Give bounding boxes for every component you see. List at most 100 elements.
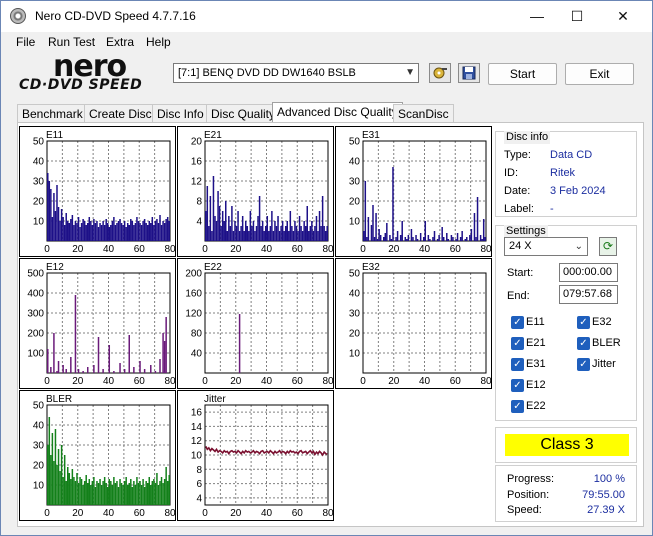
checkbox-e31[interactable]: ✓ xyxy=(511,358,524,371)
checkbox-e21[interactable]: ✓ xyxy=(511,337,524,350)
speed-select-value: 24 X xyxy=(509,240,532,252)
exit-button[interactable]: Exit xyxy=(565,63,634,85)
checkbox-bler[interactable]: ✓ xyxy=(577,337,590,350)
y-tick-label: 14 xyxy=(191,422,203,433)
y-tick-label: 100 xyxy=(27,349,44,360)
y-tick-label: 30 xyxy=(33,177,45,188)
x-tick-label: 60 xyxy=(450,244,462,255)
x-tick-label: 20 xyxy=(230,244,242,255)
x-tick-label: 0 xyxy=(44,508,50,519)
logo-cddvd-speed-text: CD·DVD SPEED xyxy=(19,77,143,93)
disc-type-label: Type: xyxy=(504,149,531,161)
graph-title: E12 xyxy=(46,262,64,273)
y-tick-label: 4 xyxy=(196,217,202,228)
y-tick-label: 40 xyxy=(349,289,361,300)
tab-create-disc[interactable]: Create Disc xyxy=(84,104,157,123)
y-tick-label: 50 xyxy=(349,137,361,148)
y-tick-label: 30 xyxy=(33,441,45,452)
checkbox-e12[interactable]: ✓ xyxy=(511,379,524,392)
x-tick-label: 20 xyxy=(72,508,84,519)
y-tick-label: 20 xyxy=(33,197,45,208)
x-tick-label: 80 xyxy=(480,376,492,387)
menu-extra[interactable]: Extra xyxy=(106,35,134,49)
drive-select[interactable]: [7:1] BENQ DVD DD DW1640 BSLB ▼ xyxy=(173,63,419,83)
y-tick-label: 16 xyxy=(191,408,203,419)
x-tick-label: 20 xyxy=(230,376,242,387)
x-tick-label: 40 xyxy=(103,244,115,255)
menu-file[interactable]: File xyxy=(16,35,35,49)
menu-run-test[interactable]: Run Test xyxy=(48,35,95,49)
y-tick-label: 300 xyxy=(27,309,44,320)
progress-value: 100 % xyxy=(593,473,625,485)
y-tick-label: 40 xyxy=(191,349,203,360)
checkbox-e22[interactable]: ✓ xyxy=(511,400,524,413)
x-tick-label: 80 xyxy=(164,376,176,387)
x-tick-label: 40 xyxy=(261,244,273,255)
graph-title: E11 xyxy=(46,130,63,141)
speed-select[interactable]: 24 X ⌄ xyxy=(504,237,588,256)
maximize-button[interactable]: ☐ xyxy=(554,1,600,32)
graph-title: E31 xyxy=(362,130,380,141)
disc-info-group: Disc info Type: Data CD ID: Ritek Date: … xyxy=(495,131,637,217)
y-tick-label: 160 xyxy=(185,289,202,300)
y-tick-label: 20 xyxy=(191,137,203,148)
checkbox-bler-label: BLER xyxy=(592,337,621,349)
x-tick-label: 0 xyxy=(202,244,208,255)
tab-disc-quality[interactable]: Disc Quality xyxy=(206,104,281,123)
disc-type-value: Data CD xyxy=(550,149,593,161)
graph-title: E32 xyxy=(362,262,380,273)
y-tick-label: 20 xyxy=(33,461,45,472)
refresh-speed-button[interactable]: ⟳ xyxy=(599,237,617,256)
floppy-disk-icon xyxy=(462,66,476,80)
x-tick-label: 60 xyxy=(134,244,146,255)
y-tick-label: 50 xyxy=(33,137,45,148)
y-tick-label: 40 xyxy=(33,157,45,168)
y-tick-label: 12 xyxy=(191,436,203,447)
checkbox-jitter[interactable]: ✓ xyxy=(577,358,590,371)
x-tick-label: 20 xyxy=(230,508,242,519)
graph-e32: E32 0 20 40 60 80 50 40 30 20 10 xyxy=(335,258,492,389)
graph-title: E21 xyxy=(204,130,222,141)
y-tick-label: 20 xyxy=(349,197,361,208)
y-tick-label: 30 xyxy=(349,177,361,188)
y-tick-label: 10 xyxy=(349,217,361,228)
graph-jitter: Jitter 0 20 40 60 80 16 14 12 10 8 6 4 xyxy=(177,390,334,521)
title-bar[interactable]: Nero CD-DVD Speed 4.7.7.16 — ☐ ✕ xyxy=(1,1,652,32)
graph-e11-svg: E11 0 20 40 60 80 50 40 30 20 10 xyxy=(33,130,176,255)
checkbox-e31-label: E31 xyxy=(526,358,546,370)
x-tick-label: 20 xyxy=(388,244,400,255)
y-tick-label: 40 xyxy=(349,157,361,168)
x-tick-label: 60 xyxy=(292,244,304,255)
y-tick-label: 50 xyxy=(33,401,45,412)
x-tick-label: 0 xyxy=(44,244,50,255)
tab-advanced-disc-quality[interactable]: Advanced Disc Quality xyxy=(272,102,403,124)
checkbox-e32[interactable]: ✓ xyxy=(577,316,590,329)
tab-scandisc[interactable]: ScanDisc xyxy=(393,104,454,123)
x-tick-label: 20 xyxy=(72,376,84,387)
y-tick-label: 40 xyxy=(33,421,45,432)
start-button[interactable]: Start xyxy=(488,63,557,85)
graph-jitter-svg: Jitter 0 20 40 60 80 16 14 12 10 8 6 4 xyxy=(191,394,334,519)
x-tick-label: 0 xyxy=(202,508,208,519)
start-time-input[interactable]: 000:00.00 xyxy=(559,263,618,282)
checkbox-e11[interactable]: ✓ xyxy=(511,316,524,329)
speed-value: 27.39 X xyxy=(587,504,625,516)
graph-bler-svg: BLER 0 20 40 60 80 50 40 30 20 10 xyxy=(33,394,176,519)
graph-e12: E12 0 20 40 60 80 500 400 300 200 100 xyxy=(19,258,176,389)
x-tick-label: 80 xyxy=(322,244,334,255)
checkbox-e22-label: E22 xyxy=(526,400,546,412)
x-tick-label: 0 xyxy=(360,244,366,255)
x-tick-label: 60 xyxy=(134,508,146,519)
menu-help[interactable]: Help xyxy=(146,35,171,49)
x-tick-label: 0 xyxy=(44,376,50,387)
checkbox-jitter-label: Jitter xyxy=(592,358,616,370)
tab-disc-info[interactable]: Disc Info xyxy=(152,104,209,123)
close-button[interactable]: ✕ xyxy=(600,1,646,32)
disc-properties-button[interactable] xyxy=(429,63,451,83)
y-tick-label: 400 xyxy=(27,289,44,300)
y-tick-label: 200 xyxy=(27,329,44,340)
save-button[interactable] xyxy=(458,63,480,83)
end-time-input[interactable]: 079:57.68 xyxy=(559,285,618,304)
x-tick-label: 60 xyxy=(450,376,462,387)
tab-benchmark[interactable]: Benchmark xyxy=(17,104,88,123)
